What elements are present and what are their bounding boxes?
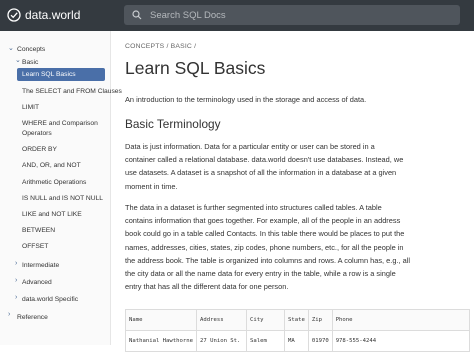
contacts-table: Name Address City State Zip Phone Nathan… [125, 309, 471, 352]
table-cell: 27 Union St. [196, 330, 247, 352]
sidebar-item-and-or-not[interactable]: AND, OR, and NOT [22, 161, 81, 170]
top-bar: data.world [0, 0, 474, 31]
paragraph-line: Data is just information. Data for a par… [125, 142, 375, 151]
sidebar-item-dw-specific[interactable]: data.world Specific [22, 295, 78, 304]
paragraph-line: the address book. The table is organized… [125, 255, 410, 265]
paragraph-line: The data in a dataset is further segment… [125, 203, 382, 212]
table-header-name: Name [125, 309, 197, 331]
table-header-city: City [246, 309, 285, 331]
sidebar-item-arithmetic[interactable]: Arithmetic Operations [22, 178, 86, 187]
sidebar-item-intermediate[interactable]: Intermediate [22, 261, 59, 270]
paragraph-tables: The data in a dataset is further segment… [125, 201, 474, 293]
search-input[interactable] [148, 8, 452, 22]
sidebar-item-between[interactable]: BETWEEN [22, 226, 55, 235]
table-cell: 01970 [307, 330, 333, 352]
sidebar-item-where[interactable]: WHERE and Comparison [22, 119, 98, 128]
paragraph-line: moment in time. [125, 181, 178, 191]
sidebar-item-like[interactable]: LIKE and NOT LIKE [22, 210, 82, 219]
paragraph-data: Data is just information. Data for a par… [125, 140, 474, 193]
paragraph-line: names, addresses, cities, states, zip co… [125, 242, 404, 252]
table-cell: Salem [246, 330, 285, 352]
table-header-address: Address [196, 309, 247, 331]
table-header-phone: Phone [331, 309, 471, 331]
sidebar-item-select-from[interactable]: The SELECT and FROM Clauses [22, 87, 122, 96]
sidebar-item-basic[interactable]: Basic [22, 58, 38, 67]
search-icon [132, 10, 142, 20]
page-title: Learn SQL Basics [125, 58, 266, 78]
sidebar-item-is-null[interactable]: IS NULL and IS NOT NULL [22, 194, 103, 203]
data-world-logo-icon [7, 8, 21, 22]
table-cell: Nathanial Hawthorne [125, 330, 197, 352]
table-row: Nathanial Hawthorne 27 Union St. Salem M… [125, 330, 471, 352]
paragraph-line: container called a relational database. … [125, 155, 404, 165]
brand-logo[interactable]: data.world [7, 8, 80, 22]
table-cell: 978-555-4244 [331, 330, 471, 352]
sidebar-item-offset[interactable]: OFFSET [22, 242, 48, 251]
paragraph-line: use datasets. A dataset is a snapshot of… [125, 168, 397, 178]
table-header-row: Name Address City State Zip Phone [125, 309, 471, 331]
paragraph-line: the city data or all the name data for e… [125, 269, 396, 279]
paragraph-line: contains information that goes together.… [125, 216, 401, 226]
sidebar-item-learn-sql-basics[interactable]: Learn SQL Basics [22, 70, 76, 79]
sidebar-item-limit[interactable]: LIMIT [22, 103, 39, 112]
sidebar-item-order-by[interactable]: ORDER BY [22, 145, 57, 154]
intro-text: An introduction to the terminology used … [125, 95, 367, 104]
sidebar-item-reference[interactable]: Reference [17, 313, 48, 322]
chevron-right-icon[interactable]: › [8, 311, 16, 319]
section-heading: Basic Terminology [125, 117, 221, 131]
sidebar-item-advanced[interactable]: Advanced [22, 278, 52, 287]
table-header-zip: Zip [307, 309, 333, 331]
paragraph-line: book could go in a table called Contacts… [125, 229, 405, 239]
breadcrumb[interactable]: CONCEPTS / BASIC / [125, 43, 196, 50]
sidebar-item-where-cont[interactable]: Operators [22, 129, 52, 138]
table-cell: MA [284, 330, 309, 352]
brand-name: data.world [25, 8, 81, 22]
table-header-state: State [284, 309, 309, 331]
chevron-down-icon[interactable]: ⌄ [8, 45, 16, 53]
search-box[interactable] [124, 5, 460, 25]
sidebar-item-concepts[interactable]: Concepts [17, 45, 45, 54]
sidebar-nav: ⌄ Concepts ⌄ Basic Learn SQL Basics The … [0, 31, 122, 345]
paragraph-line: entry that has all the different data fo… [125, 282, 289, 292]
